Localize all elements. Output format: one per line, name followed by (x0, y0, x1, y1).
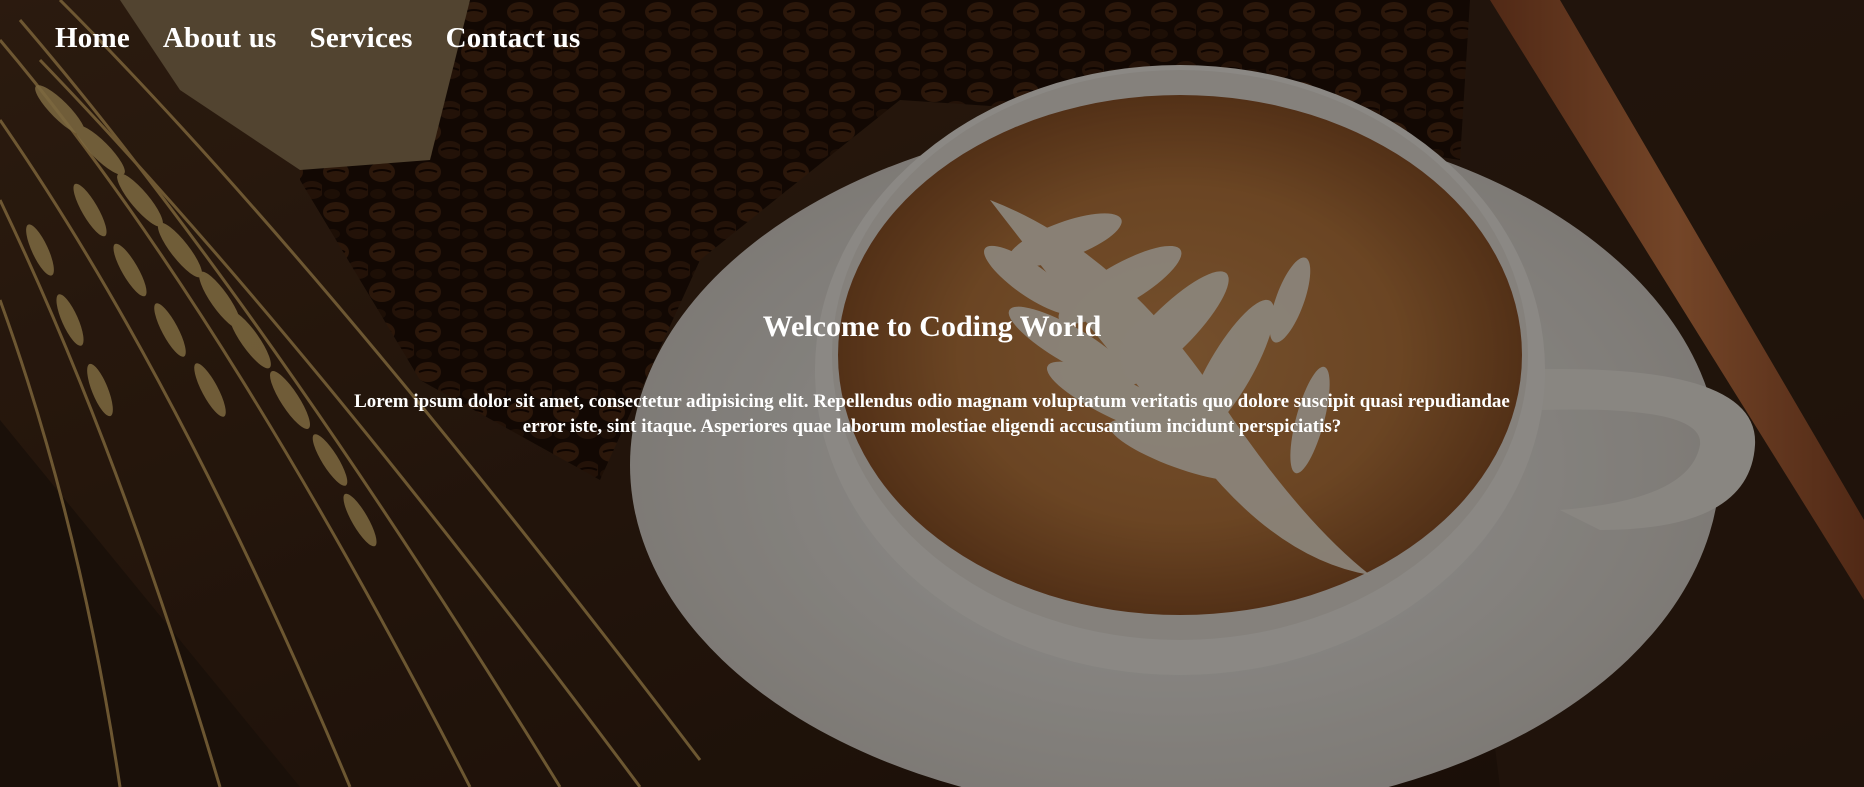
nav-link-about-us[interactable]: About us (163, 22, 277, 55)
hero-section: Home About us Services Contact us Welcom… (0, 0, 1864, 787)
nav-link-contact-us[interactable]: Contact us (446, 22, 581, 55)
nav-link-home[interactable]: Home (55, 22, 130, 55)
nav-link-services[interactable]: Services (310, 22, 413, 55)
hero-title: Welcome to Coding World (762, 310, 1102, 343)
hero-content: Welcome to Coding World Lorem ipsum dolo… (0, 307, 1864, 439)
main-navigation: Home About us Services Contact us (55, 22, 581, 55)
hero-description: Lorem ipsum dolor sit amet, consectetur … (354, 391, 1510, 437)
